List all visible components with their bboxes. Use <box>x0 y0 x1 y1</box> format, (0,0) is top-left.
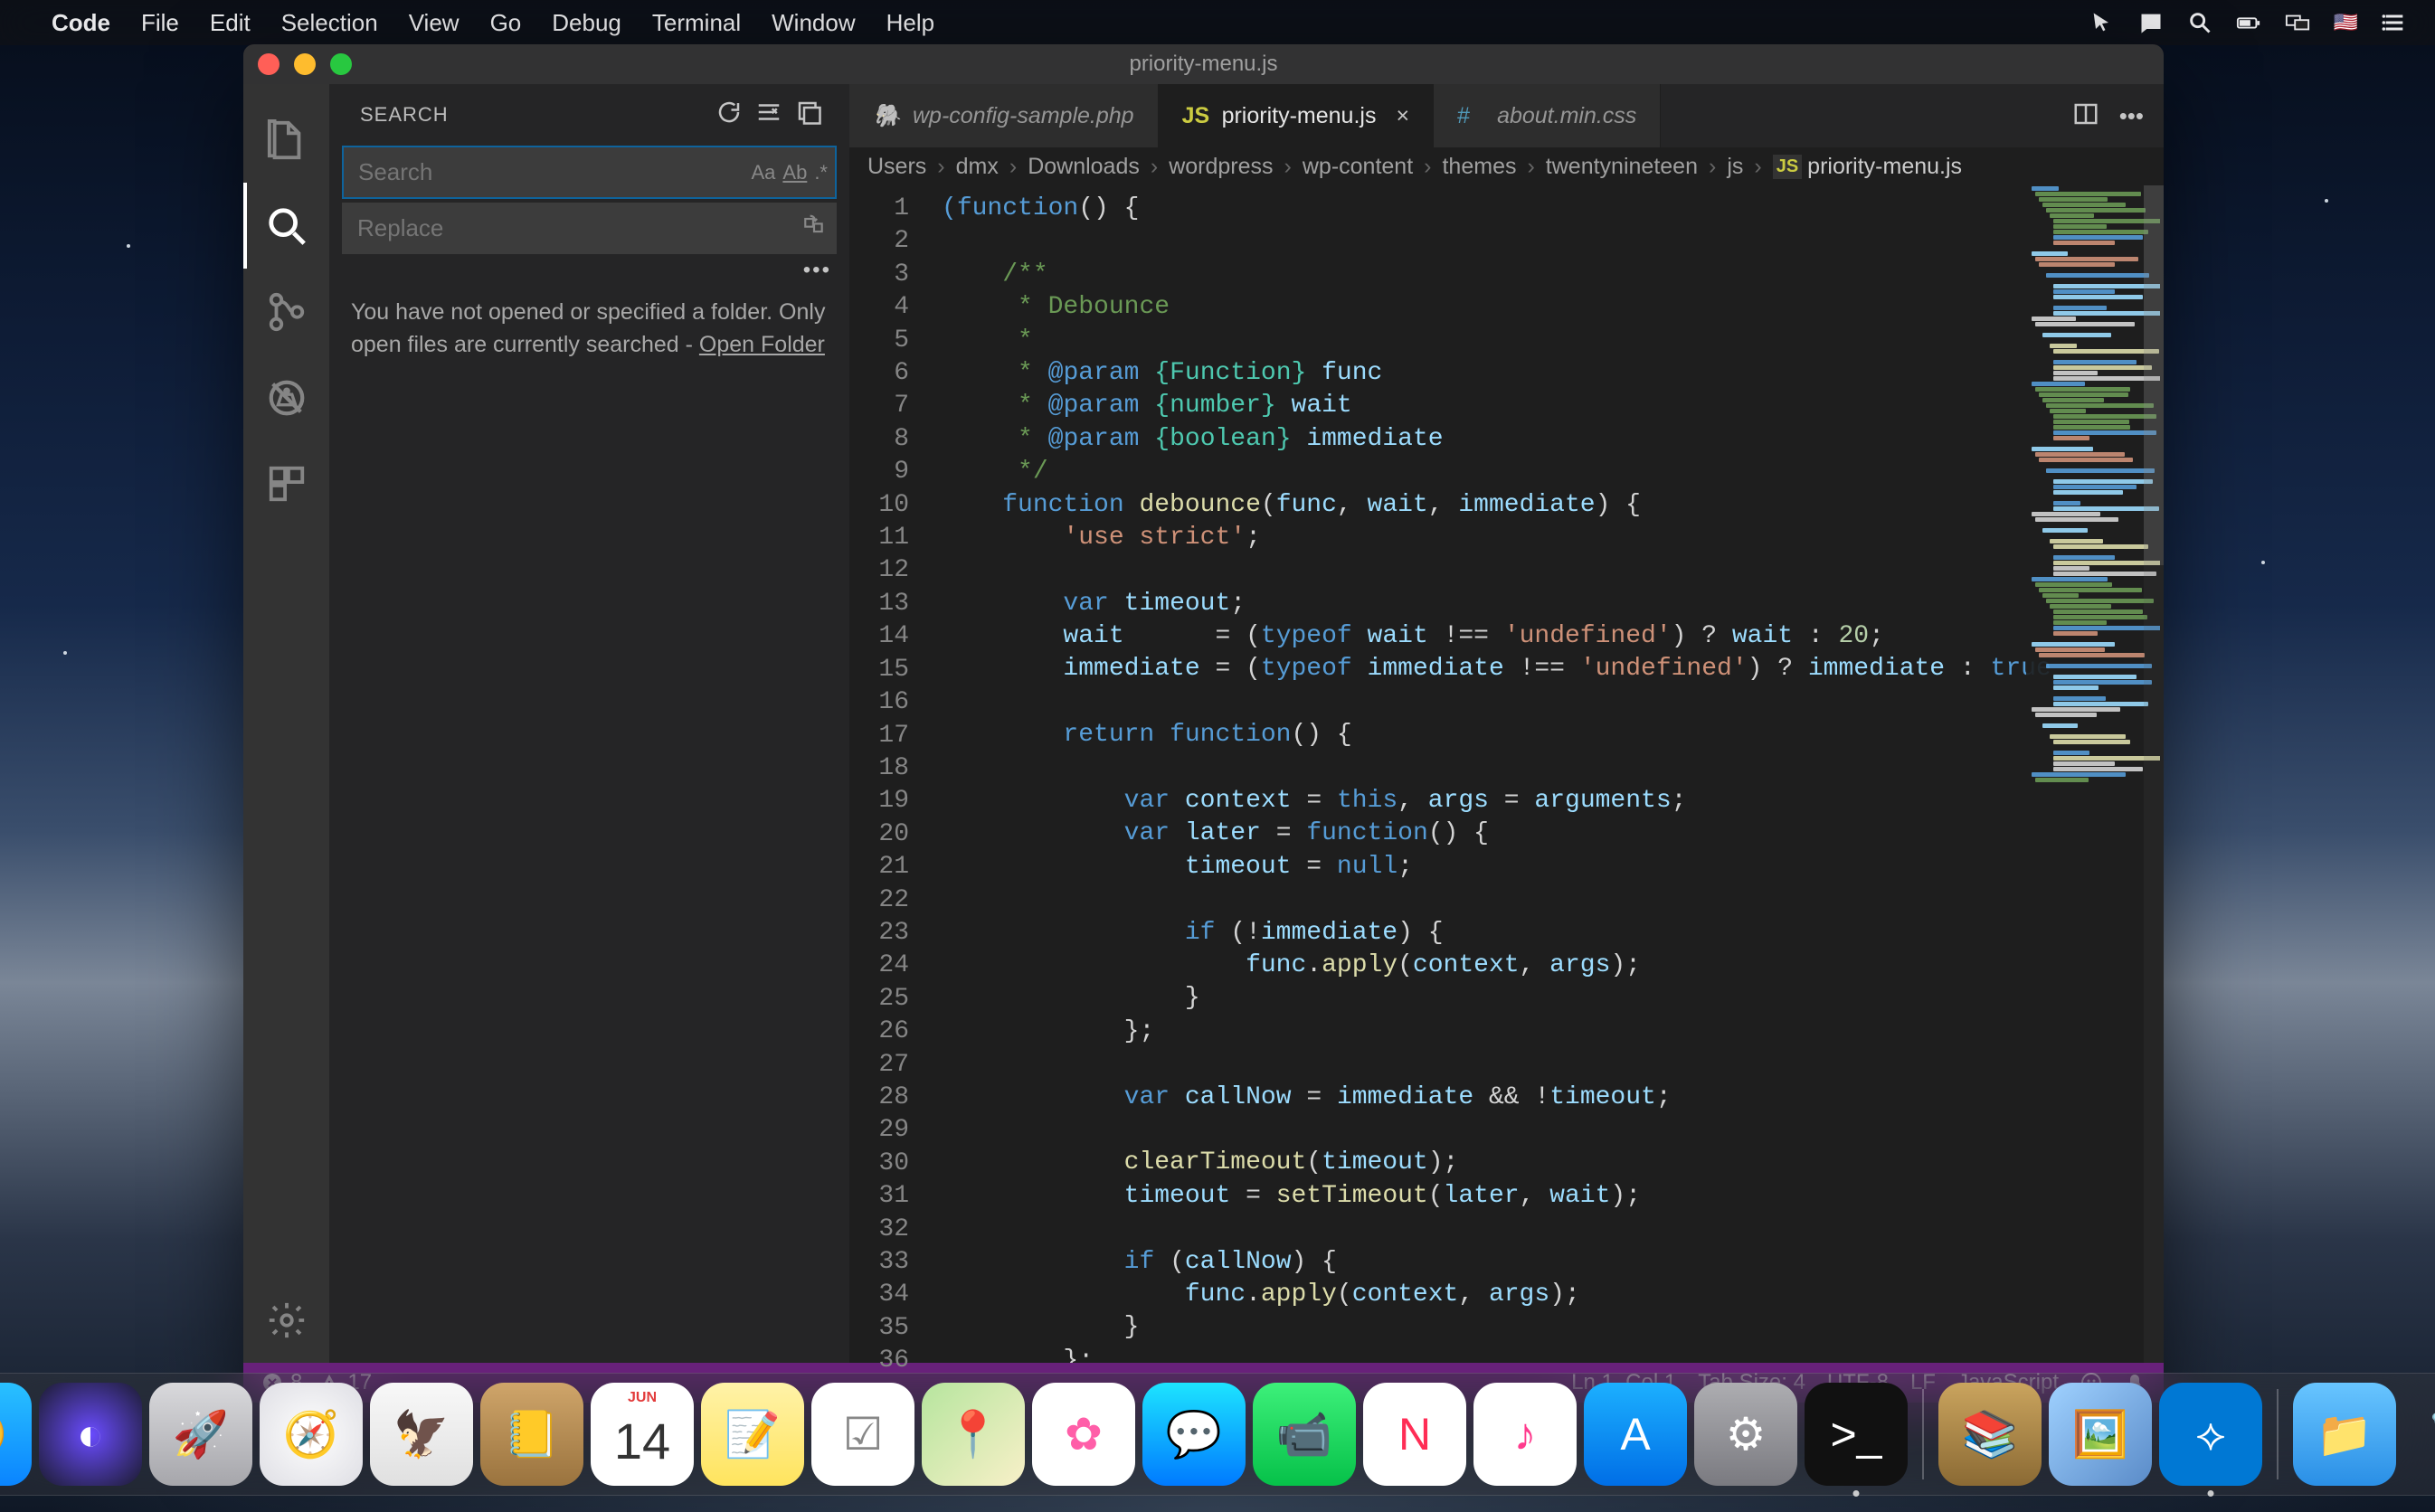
dock-reminders[interactable]: ☑︎ <box>811 1383 914 1486</box>
activity-settings[interactable] <box>243 1277 329 1363</box>
menubar-file[interactable]: File <box>126 9 194 37</box>
menubar-selection[interactable]: Selection <box>266 9 393 37</box>
breadcrumb-segment[interactable]: twentynineteen <box>1546 154 1698 180</box>
menubar-help[interactable]: Help <box>871 9 950 37</box>
dock-notes[interactable]: 📝 <box>701 1383 804 1486</box>
tab-close-icon[interactable]: × <box>1396 103 1409 129</box>
tab-priority-menu[interactable]: JS priority-menu.js × <box>1159 84 1434 147</box>
dock-itunes[interactable]: ♪ <box>1473 1383 1577 1486</box>
vscode-window: priority-menu.js SEARCH <box>243 44 2164 1403</box>
dock-photos[interactable]: ✿ <box>1032 1383 1135 1486</box>
php-file-icon: 🐘 <box>873 103 900 129</box>
statusitem-cursor-icon[interactable] <box>2078 10 2127 35</box>
dock-safari[interactable]: 🧭 <box>260 1383 363 1486</box>
tab-label: wp-config-sample.php <box>913 103 1134 129</box>
activity-explorer[interactable] <box>243 97 329 183</box>
match-whole-word-icon[interactable]: Ab <box>782 161 807 184</box>
window-title: priority-menu.js <box>1129 52 1277 77</box>
breadcrumb-segment[interactable]: themes <box>1442 154 1516 180</box>
menubar-window[interactable]: Window <box>756 9 870 37</box>
js-file-icon: JS <box>1182 103 1209 129</box>
breadcrumb-segment[interactable]: Downloads <box>1028 154 1140 180</box>
dock-terminal[interactable]: >_ <box>1805 1383 1908 1486</box>
dock-preview[interactable]: 🖼️ <box>2049 1383 2152 1486</box>
split-editor-icon[interactable] <box>2072 100 2099 132</box>
dock-appstore[interactable]: A <box>1584 1383 1687 1486</box>
more-actions-icon[interactable]: ••• <box>2119 102 2144 130</box>
dock-mail[interactable]: 🦅 <box>370 1383 473 1486</box>
editor-tabs: 🐘 wp-config-sample.php JS priority-menu.… <box>849 84 2164 147</box>
match-case-icon[interactable]: Aa <box>751 161 775 184</box>
dock-dictionary[interactable]: 📚 <box>1938 1383 2042 1486</box>
code-content[interactable]: (function() { /** * Debounce * * @param … <box>931 185 2164 1363</box>
js-file-icon: JS <box>1773 155 1802 179</box>
activity-debug[interactable] <box>243 354 329 440</box>
dock-facetime[interactable]: 📹 <box>1253 1383 1356 1486</box>
dock-downloads[interactable]: 📁 <box>2293 1383 2396 1486</box>
window-close-button[interactable] <box>258 53 280 75</box>
replace-all-icon[interactable] <box>802 213 826 241</box>
minimap[interactable] <box>2026 185 2160 1363</box>
menubar-go[interactable]: Go <box>475 9 537 37</box>
dock-messages[interactable]: 💬 <box>1142 1383 1246 1486</box>
dock-calendar[interactable]: JUN14 <box>591 1383 694 1486</box>
battery-icon[interactable] <box>2224 10 2273 35</box>
macos-dock: 🙂◐🚀🧭🦅📒JUN14📝☑︎📍✿💬📹N♪A⚙︎>_ 📚🖼️⟡ 📁🗑️ <box>0 1373 2435 1496</box>
notification-center-icon[interactable] <box>2127 10 2175 35</box>
search-refresh-icon[interactable] <box>715 99 743 131</box>
activity-scm[interactable] <box>243 269 329 354</box>
editor-scrollbar[interactable] <box>2144 185 2164 1363</box>
tab-about-css[interactable]: # about.min.css <box>1434 84 1661 147</box>
window-minimize-button[interactable] <box>294 53 316 75</box>
dock-finder[interactable]: 🙂 <box>0 1383 32 1486</box>
dock-preferences[interactable]: ⚙︎ <box>1694 1383 1797 1486</box>
window-titlebar[interactable]: priority-menu.js <box>243 44 2164 84</box>
menubar-terminal[interactable]: Terminal <box>637 9 756 37</box>
displays-icon[interactable] <box>2273 10 2322 35</box>
window-zoom-button[interactable] <box>330 53 352 75</box>
open-folder-link[interactable]: Open Folder <box>699 332 825 357</box>
tab-label: about.min.css <box>1497 103 1636 129</box>
replace-input[interactable] <box>342 203 837 254</box>
breadcrumb-segment[interactable]: js <box>1727 154 1743 180</box>
css-file-icon: # <box>1457 103 1484 129</box>
breadcrumb-leaf[interactable]: priority-menu.js <box>1807 154 1962 180</box>
breadcrumb-segment[interactable]: wordpress <box>1169 154 1273 180</box>
line-number-gutter: 1234567891011121314151617181920212223242… <box>849 185 931 1363</box>
search-panel-title: SEARCH <box>360 103 703 127</box>
tab-label: priority-menu.js <box>1222 103 1377 129</box>
macos-menubar: Code File Edit Selection View Go Debug T… <box>0 0 2435 45</box>
dock-contacts[interactable]: 📒 <box>480 1383 583 1486</box>
menubar-list-icon[interactable] <box>2370 10 2419 35</box>
spotlight-icon[interactable] <box>2175 10 2224 35</box>
menubar-edit[interactable]: Edit <box>194 9 266 37</box>
activity-bar <box>243 84 329 1363</box>
menubar-debug[interactable]: Debug <box>536 9 637 37</box>
dock-launchpad[interactable]: 🚀 <box>149 1383 252 1486</box>
search-clear-icon[interactable] <box>755 99 782 131</box>
breadcrumb-segment[interactable]: dmx <box>956 154 999 180</box>
breadcrumb-segment[interactable]: Users <box>867 154 926 180</box>
dock-vscode[interactable]: ⟡ <box>2159 1383 2262 1486</box>
breadcrumb-segment[interactable]: wp-content <box>1303 154 1413 180</box>
editor[interactable]: 1234567891011121314151617181920212223242… <box>849 185 2164 1363</box>
search-collapse-icon[interactable] <box>795 99 822 131</box>
dock-news[interactable]: N <box>1363 1383 1466 1486</box>
search-sidebar: SEARCH Aa Ab .* <box>329 84 849 1363</box>
dock-siri[interactable]: ◐ <box>39 1383 142 1486</box>
regex-icon[interactable]: .* <box>814 161 828 184</box>
tab-wp-config[interactable]: 🐘 wp-config-sample.php <box>849 84 1159 147</box>
search-empty-message: You have not opened or specified a folde… <box>329 287 849 371</box>
activity-extensions[interactable] <box>243 440 329 526</box>
input-source-us-icon[interactable]: 🇺🇸 <box>2322 11 2370 34</box>
dock-maps[interactable]: 📍 <box>922 1383 1025 1486</box>
dock-trash[interactable]: 🗑️ <box>2403 1383 2435 1486</box>
menubar-view[interactable]: View <box>393 9 475 37</box>
scrollbar-thumb[interactable] <box>2144 185 2164 565</box>
activity-search[interactable] <box>243 183 329 269</box>
search-toggle-details-icon[interactable]: ••• <box>329 254 849 287</box>
menubar-app-name[interactable]: Code <box>36 9 126 37</box>
breadcrumbs[interactable]: Users› dmx› Downloads› wordpress› wp-con… <box>849 147 2164 185</box>
